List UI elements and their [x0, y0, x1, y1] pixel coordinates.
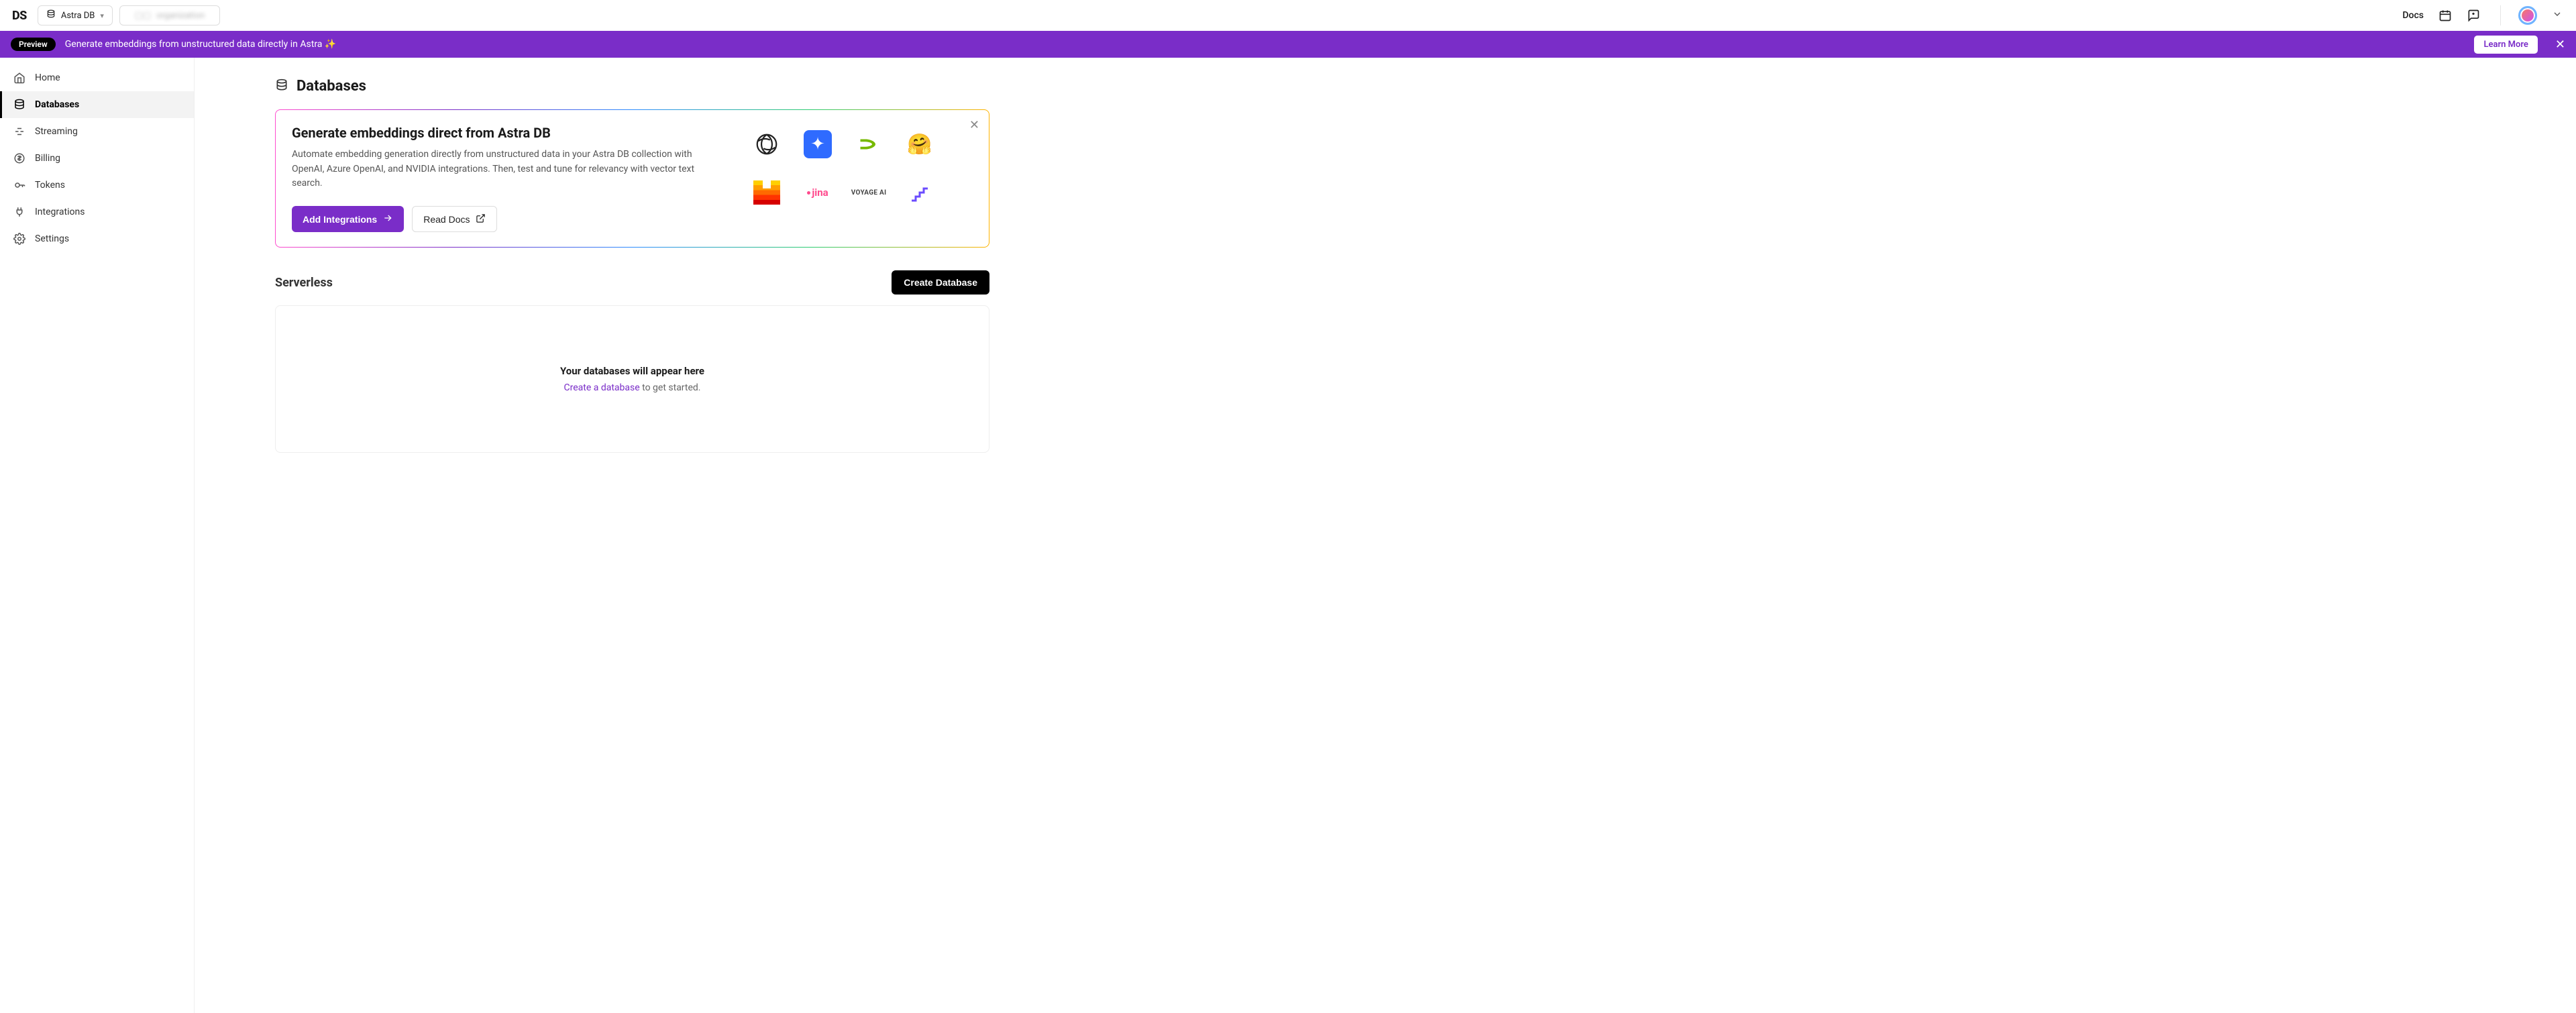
promo-description: Automate embedding generation directly f…: [292, 148, 721, 191]
nvidia-icon: [854, 129, 883, 159]
sidebar-item-databases[interactable]: Databases: [0, 91, 194, 118]
sidebar-item-label: Databases: [35, 99, 79, 110]
empty-state-rest: to get started.: [640, 382, 701, 393]
banner-close-icon[interactable]: ✕: [2547, 38, 2565, 52]
home-icon: [13, 72, 25, 84]
plug-icon: [13, 206, 25, 218]
sidebar-item-label: Streaming: [35, 126, 78, 137]
calendar-icon[interactable]: [2438, 9, 2452, 22]
docs-link[interactable]: Docs: [2402, 10, 2424, 21]
button-label: Add Integrations: [303, 214, 377, 225]
add-integrations-button[interactable]: Add Integrations: [292, 206, 404, 232]
read-docs-button[interactable]: Read Docs: [412, 206, 496, 232]
database-icon: [13, 99, 25, 111]
preview-banner: Preview Generate embeddings from unstruc…: [0, 31, 2576, 58]
arrow-right-icon: [382, 213, 393, 225]
org-selector[interactable]: ▢▢ organization: [119, 5, 220, 25]
provider-logos: ✦ 🤗 jina VOYAGE AI: [748, 129, 938, 232]
sidebar-item-tokens[interactable]: Tokens: [0, 172, 194, 199]
topbar-right: Docs: [2402, 5, 2568, 25]
product-selector[interactable]: Astra DB ▾: [38, 5, 113, 25]
main: Databases ✕ Generate embeddings direct f…: [195, 58, 2576, 1013]
database-icon: [46, 9, 56, 21]
sidebar-item-label: Tokens: [35, 180, 65, 191]
divider: [2500, 5, 2501, 25]
jina-icon: jina: [803, 178, 833, 207]
billing-icon: [13, 152, 25, 164]
huggingface-icon: 🤗: [905, 129, 934, 159]
sidebar-item-label: Settings: [35, 233, 69, 244]
avatar[interactable]: [2518, 6, 2537, 25]
org-icon: ▢▢: [135, 11, 152, 21]
chevron-down-icon: ▾: [100, 11, 104, 20]
azure-openai-icon: ✦: [803, 129, 833, 159]
sidebar-item-label: Integrations: [35, 207, 85, 217]
preview-badge: Preview: [11, 38, 56, 51]
mistral-icon: [752, 178, 782, 207]
page-title: Databases: [297, 78, 366, 95]
gear-icon: [13, 233, 25, 245]
page-header: Databases: [275, 78, 989, 95]
org-selector-label: organization: [156, 11, 205, 21]
promo-title: Generate embeddings direct from Astra DB: [292, 125, 721, 141]
create-database-link[interactable]: Create a database: [564, 382, 640, 393]
embeddings-promo-card: ✕ Generate embeddings direct from Astra …: [275, 109, 989, 248]
external-link-icon: [476, 213, 486, 225]
layout: Home Databases Streaming Billing Tokens …: [0, 58, 2576, 1013]
serverless-title: Serverless: [275, 276, 333, 290]
button-label: Read Docs: [423, 214, 470, 225]
product-selector-label: Astra DB: [61, 11, 95, 21]
sidebar-item-label: Billing: [35, 153, 60, 164]
sidebar-item-integrations[interactable]: Integrations: [0, 199, 194, 225]
user-menu-chevron-icon[interactable]: [2552, 9, 2563, 22]
empty-state-title: Your databases will appear here: [560, 365, 704, 377]
openai-icon: [752, 129, 782, 159]
sidebar: Home Databases Streaming Billing Tokens …: [0, 58, 195, 1013]
database-icon: [275, 78, 288, 95]
sidebar-item-label: Home: [35, 72, 60, 83]
serverless-empty-state: Your databases will appear here Create a…: [275, 305, 989, 453]
banner-text: Generate embeddings from unstructured da…: [65, 39, 337, 50]
create-database-button[interactable]: Create Database: [892, 270, 989, 295]
sidebar-item-billing[interactable]: Billing: [0, 145, 194, 172]
feedback-icon[interactable]: [2467, 9, 2480, 22]
empty-state-subtitle: Create a database to get started.: [564, 382, 701, 393]
streaming-icon: [13, 125, 25, 138]
sidebar-item-settings[interactable]: Settings: [0, 225, 194, 252]
voyage-ai-icon: VOYAGE AI: [849, 178, 889, 207]
topbar: DS Astra DB ▾ ▢▢ organization Docs: [0, 0, 2576, 31]
learn-more-button[interactable]: Learn More: [2474, 36, 2537, 54]
sidebar-item-streaming[interactable]: Streaming: [0, 118, 194, 145]
upstage-icon: [905, 178, 934, 207]
serverless-section-header: Serverless Create Database: [275, 270, 989, 295]
key-icon: [13, 179, 25, 191]
sidebar-item-home[interactable]: Home: [0, 64, 194, 91]
brand-logo: DS: [8, 9, 31, 23]
promo-close-icon[interactable]: ✕: [969, 118, 979, 132]
